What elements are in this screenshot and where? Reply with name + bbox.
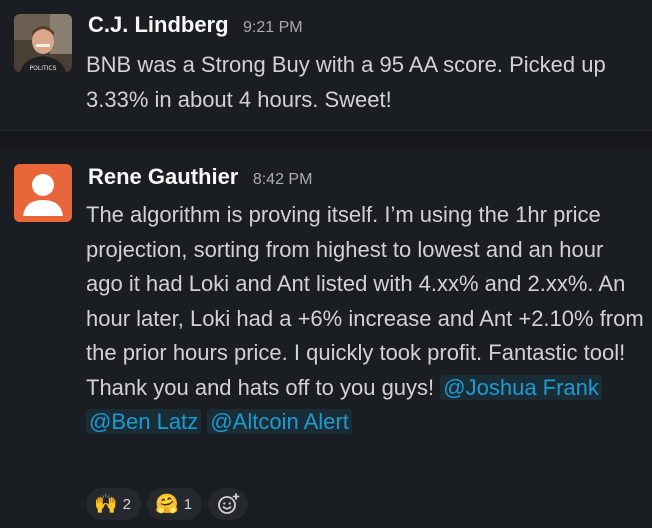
message-divider	[0, 130, 652, 149]
reaction-count: 2	[122, 495, 132, 513]
message-header: Rene Gauthier 8:42 PM	[88, 164, 312, 190]
message-cj-lindberg: POLITICS C.J. Lindberg 9:21 PM BNB was a…	[0, 0, 652, 130]
reaction-count: 1	[183, 495, 193, 513]
author-name[interactable]: Rene Gauthier	[88, 164, 238, 189]
add-emoji-icon	[218, 493, 240, 514]
timestamp[interactable]: 8:42 PM	[253, 171, 313, 188]
default-user-icon	[14, 164, 72, 222]
reactions-bar: 🙌 2 🤗 1	[86, 488, 249, 520]
message-body: The algorithm is proving itself. I’m usi…	[86, 202, 644, 400]
hugging-face-icon: 🤗	[155, 492, 179, 515]
author-name[interactable]: C.J. Lindberg	[88, 12, 229, 37]
avatar[interactable]	[14, 164, 72, 222]
message-rene-gauthier: Rene Gauthier 8:42 PM The algorithm is p…	[0, 148, 652, 528]
user-photo-icon: POLITICS	[14, 14, 72, 72]
mention-joshua-frank[interactable]: @Joshua Frank	[440, 374, 602, 400]
message-text: The algorithm is proving itself. I’m usi…	[86, 198, 646, 440]
mention-ben-latz[interactable]: @Ben Latz	[86, 409, 202, 434]
timestamp[interactable]: 9:21 PM	[243, 19, 303, 36]
raising-hands-icon: 🙌	[94, 492, 118, 515]
message-text: BNB was a Strong Buy with a 95 AA score.…	[86, 52, 606, 112]
shirt-logo: POLITICS	[30, 65, 57, 72]
reaction-raising-hands[interactable]: 🙌 2	[86, 488, 142, 520]
add-reaction-button[interactable]	[208, 488, 249, 520]
reaction-hugging-face[interactable]: 🤗 1	[147, 488, 203, 520]
message-header: C.J. Lindberg 9:21 PM	[88, 12, 303, 38]
avatar[interactable]: POLITICS	[14, 14, 72, 72]
mention-altcoin-alert[interactable]: @Altcoin Alert	[207, 409, 352, 434]
